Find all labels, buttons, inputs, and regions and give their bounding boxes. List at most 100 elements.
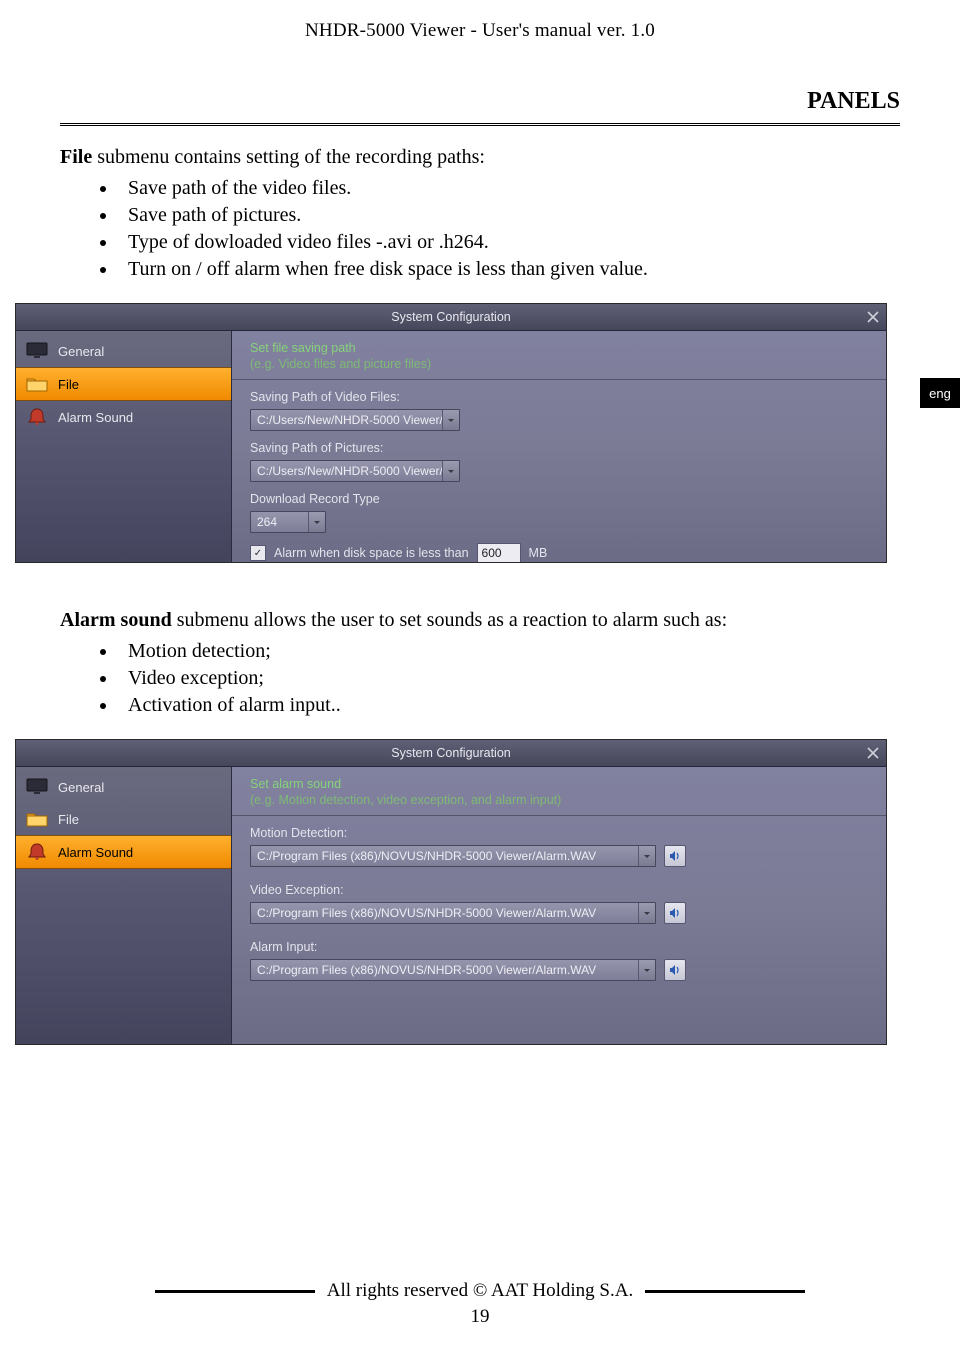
alarm-input-label: Alarm Input:: [250, 940, 868, 954]
sidebar-item-file[interactable]: File: [16, 803, 231, 835]
file-intro-rest: submenu contains setting of the recordin…: [92, 146, 485, 168]
window-title: System Configuration: [391, 746, 511, 760]
bullet-item: Turn on / off alarm when free disk space…: [118, 256, 900, 283]
page-number: 19: [0, 1306, 960, 1328]
play-sound-button[interactable]: [664, 845, 686, 867]
title-rule: [60, 123, 900, 126]
folder-icon: [24, 809, 50, 829]
section-title: PANELS: [60, 88, 900, 115]
bullet-item: Type of dowloaded video files -.avi or .…: [118, 229, 900, 256]
dropdown-button[interactable]: [638, 960, 655, 980]
footer-text: All rights reserved © AAT Holding S.A.: [327, 1280, 633, 1302]
video-exception-combo[interactable]: C:/Program Files (x86)/NOVUS/NHDR-5000 V…: [250, 902, 656, 924]
dropdown-button[interactable]: [442, 410, 459, 430]
play-sound-button[interactable]: [664, 902, 686, 924]
sidebar-item-label: General: [58, 780, 104, 795]
alarm-sound-bullets: Motion detection; Video exception; Activ…: [60, 638, 900, 719]
alarm-input-combo[interactable]: C:/Program Files (x86)/NOVUS/NHDR-5000 V…: [250, 959, 656, 981]
sidebar-item-file[interactable]: File: [16, 367, 231, 401]
bullet-item: Motion detection;: [118, 638, 900, 665]
sidebar-item-label: File: [58, 812, 79, 827]
alarm-checkbox[interactable]: ✓: [250, 545, 266, 561]
monitor-icon: [24, 341, 50, 361]
download-type-value: 264: [251, 515, 308, 529]
file-intro-bold: File: [60, 146, 92, 168]
motion-path-value: C:/Program Files (x86)/NOVUS/NHDR-5000 V…: [251, 849, 638, 863]
sidebar-item-label: File: [58, 377, 79, 392]
file-intro-bullets: Save path of the video files. Save path …: [60, 175, 900, 283]
picture-path-value: C:/Users/New/NHDR-5000 Viewer/picture: [251, 464, 442, 478]
hint-title: Set file saving path: [250, 341, 868, 355]
video-path-label: Saving Path of Video Files:: [250, 390, 868, 404]
window-titlebar: System Configuration: [16, 740, 886, 767]
video-exception-value: C:/Program Files (x86)/NOVUS/NHDR-5000 V…: [251, 906, 638, 920]
bell-icon: [24, 407, 50, 427]
bullet-item: Save path of the video files.: [118, 175, 900, 202]
sidebar: General File Alarm Sound: [16, 331, 232, 563]
close-icon[interactable]: [860, 304, 886, 330]
dropdown-button[interactable]: [308, 512, 325, 532]
page-footer: All rights reserved © AAT Holding S.A. 1…: [0, 1280, 960, 1328]
language-tab: eng: [920, 378, 960, 408]
chevron-down-icon: [448, 419, 454, 422]
alarm-checkbox-label: Alarm when disk space is less than: [274, 546, 469, 560]
video-path-value: C:/Users/New/NHDR-5000 Viewer/video: [251, 413, 442, 427]
download-type-combo[interactable]: 264: [250, 511, 326, 533]
download-type-label: Download Record Type: [250, 492, 868, 506]
window-titlebar: System Configuration: [16, 304, 886, 331]
chevron-down-icon: [314, 521, 320, 524]
sidebar-item-label: General: [58, 344, 104, 359]
alarm-sound-bold: Alarm sound: [60, 609, 172, 631]
picture-path-combo[interactable]: C:/Users/New/NHDR-5000 Viewer/picture: [250, 460, 460, 482]
dropdown-button[interactable]: [442, 461, 459, 481]
dropdown-button[interactable]: [638, 846, 655, 866]
chevron-down-icon: [644, 855, 650, 858]
bullet-item: Save path of pictures.: [118, 202, 900, 229]
footer-rule-left: [155, 1290, 315, 1293]
sidebar: General File Alarm Sound: [16, 767, 232, 1045]
alarm-input-value: C:/Program Files (x86)/NOVUS/NHDR-5000 V…: [251, 963, 638, 977]
separator: [232, 379, 886, 380]
file-intro: File submenu contains setting of the rec…: [60, 144, 900, 171]
hint-title: Set alarm sound: [250, 777, 868, 791]
speaker-icon: [668, 849, 682, 863]
bell-icon: [24, 842, 50, 862]
folder-icon: [24, 374, 50, 394]
dropdown-button[interactable]: [638, 903, 655, 923]
chevron-down-icon: [644, 912, 650, 915]
sidebar-item-general[interactable]: General: [16, 771, 231, 803]
screenshot-file-settings: System Configuration General File: [15, 303, 887, 563]
bullet-item: Video exception;: [118, 665, 900, 692]
sidebar-item-label: Alarm Sound: [58, 845, 133, 860]
doc-header: NHDR-5000 Viewer - User's manual ver. 1.…: [60, 20, 900, 42]
separator: [232, 815, 886, 816]
footer-rule-right: [645, 1290, 805, 1293]
sidebar-item-label: Alarm Sound: [58, 410, 133, 425]
sidebar-item-general[interactable]: General: [16, 335, 231, 367]
close-icon[interactable]: [860, 740, 886, 766]
alarm-sound-intro: Alarm sound submenu allows the user to s…: [60, 607, 900, 634]
sidebar-item-alarm-sound[interactable]: Alarm Sound: [16, 835, 231, 869]
main-panel: Set alarm sound (e.g. Motion detection, …: [232, 767, 886, 1045]
monitor-icon: [24, 777, 50, 797]
play-sound-button[interactable]: [664, 959, 686, 981]
alarm-threshold-input[interactable]: [477, 543, 521, 563]
main-panel: Set file saving path (e.g. Video files a…: [232, 331, 886, 563]
speaker-icon: [668, 963, 682, 977]
video-exception-label: Video Exception:: [250, 883, 868, 897]
hint-subtitle: (e.g. Motion detection, video exception,…: [250, 793, 868, 807]
chevron-down-icon: [448, 470, 454, 473]
alarm-unit: MB: [529, 546, 548, 560]
chevron-down-icon: [644, 969, 650, 972]
bullet-item: Activation of alarm input..: [118, 692, 900, 719]
speaker-icon: [668, 906, 682, 920]
hint-subtitle: (e.g. Video files and picture files): [250, 357, 868, 371]
alarm-sound-rest: submenu allows the user to set sounds as…: [172, 609, 727, 631]
video-path-combo[interactable]: C:/Users/New/NHDR-5000 Viewer/video: [250, 409, 460, 431]
motion-label: Motion Detection:: [250, 826, 868, 840]
picture-path-label: Saving Path of Pictures:: [250, 441, 868, 455]
window-title: System Configuration: [391, 310, 511, 324]
sidebar-item-alarm-sound[interactable]: Alarm Sound: [16, 401, 231, 433]
screenshot-alarm-sound: System Configuration General File: [15, 739, 887, 1045]
motion-path-combo[interactable]: C:/Program Files (x86)/NOVUS/NHDR-5000 V…: [250, 845, 656, 867]
